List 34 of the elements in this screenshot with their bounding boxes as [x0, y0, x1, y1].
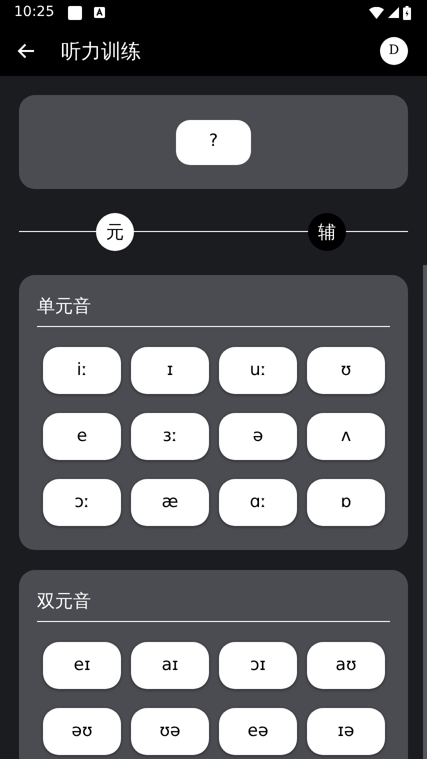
phoneme-button[interactable]: aʊ: [307, 642, 385, 689]
phoneme-button[interactable]: iː: [43, 347, 121, 394]
phoneme-button[interactable]: ɔɪ: [219, 642, 297, 689]
phoneme-button[interactable]: ɒ: [307, 479, 385, 526]
phoneme-button[interactable]: uː: [219, 347, 297, 394]
phoneme-button[interactable]: eɪ: [43, 642, 121, 689]
phoneme-button[interactable]: ɑː: [219, 479, 297, 526]
user-avatar[interactable]: D: [380, 36, 408, 64]
phoneme-button[interactable]: eə: [219, 708, 297, 755]
phoneme-button[interactable]: ə: [219, 413, 297, 460]
notification-square-icon: [68, 6, 82, 20]
page-title: 听力训练: [61, 38, 142, 64]
toggle-option[interactable]: 元: [96, 213, 134, 251]
section-title: 双元音: [37, 570, 390, 622]
toggle-option[interactable]: 辅: [308, 213, 346, 251]
phoneme-button[interactable]: ɪ: [131, 347, 209, 394]
phoneme-button[interactable]: ɔː: [43, 479, 121, 526]
phoneme-button[interactable]: æ: [131, 479, 209, 526]
notification-app-icon: [94, 7, 106, 18]
phoneme-button[interactable]: aɪ: [131, 642, 209, 689]
phoneme-button[interactable]: ɜː: [131, 413, 209, 460]
phoneme-button[interactable]: e: [43, 413, 121, 460]
wifi-icon: [369, 6, 384, 18]
phoneme-button[interactable]: əʊ: [43, 708, 121, 755]
section-title: 单元音: [37, 275, 390, 327]
phoneme-button[interactable]: ʌ: [307, 413, 385, 460]
status-time: 10:25: [14, 3, 54, 22]
back-arrow-icon[interactable]: [17, 42, 35, 58]
question-button[interactable]: ?: [176, 120, 251, 164]
phoneme-button[interactable]: ʊə: [131, 708, 209, 755]
phoneme-button[interactable]: ɪə: [307, 708, 385, 755]
battery-icon: [403, 6, 411, 20]
phoneme-button[interactable]: ʊ: [307, 347, 385, 394]
signal-icon: [388, 7, 399, 18]
